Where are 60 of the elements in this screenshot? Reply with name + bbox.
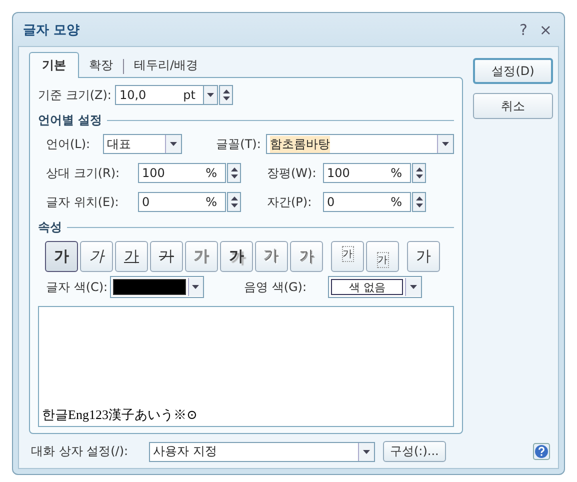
dialog-button[interactable]: 취소	[473, 93, 553, 119]
window-title: 글자 모양	[23, 22, 80, 38]
field-label: 대화 상자 설정(/):	[31, 443, 130, 460]
field-label: 상대 크기(R):	[45, 164, 121, 182]
section-title: 언어별 설정	[38, 112, 102, 129]
number-field[interactable]: 0 %	[323, 192, 411, 212]
attribute-button[interactable]: 가	[115, 241, 148, 272]
field-label: 글꼴(T):	[216, 136, 262, 152]
settings-dropdown[interactable]: 사용자 지정	[149, 442, 375, 462]
spin-button[interactable]	[227, 192, 241, 212]
caret-down-icon	[170, 142, 178, 146]
spin-arrows-icon	[222, 88, 230, 102]
field-label: 글자 색(C):	[46, 278, 109, 296]
configure-button[interactable]: 구성(:)...	[383, 441, 446, 462]
field-label: 장평(W):	[267, 164, 318, 182]
field-label: 기준 크기(Z):	[38, 86, 112, 104]
spin-arrows-icon	[230, 195, 238, 209]
field-label: 글자 위치(E):	[45, 194, 120, 210]
text-color-picker[interactable]	[110, 276, 204, 298]
tab[interactable]: 기본	[29, 52, 79, 78]
tab[interactable]: 확장	[79, 54, 123, 77]
field-label: 자간(P):	[267, 194, 313, 210]
field-label: 언어(L):	[46, 136, 92, 152]
spin-button[interactable]	[219, 85, 234, 105]
spin-arrows-icon	[230, 166, 238, 180]
field-label: 음영 색(G):	[244, 278, 308, 296]
tab[interactable]: 테두리/배경	[124, 54, 208, 77]
spin-arrows-icon	[416, 195, 422, 209]
attribute-button[interactable]: 가	[255, 241, 288, 272]
shade-color-picker[interactable]: 색 없음	[328, 276, 422, 298]
attribute-button[interactable]: 가	[407, 241, 440, 272]
size-field[interactable]: 10,0 pt	[115, 85, 204, 105]
caret-down-icon	[410, 285, 418, 289]
attribute-button[interactable]: 가	[366, 241, 399, 272]
number-field[interactable]: 100 %	[323, 163, 411, 183]
caret-down-icon	[192, 285, 200, 289]
attribute-button[interactable]: 가	[80, 241, 113, 272]
dropdown-button[interactable]	[204, 85, 218, 105]
spin-arrows-icon	[416, 166, 422, 180]
attribute-button[interactable]: 가	[150, 241, 183, 272]
spin-button[interactable]	[412, 163, 426, 183]
attribute-button[interactable]: 가	[331, 241, 364, 272]
help-button[interactable]: ?	[517, 20, 530, 38]
close-button[interactable]: ×	[537, 20, 554, 38]
attribute-button[interactable]: 가	[290, 241, 323, 272]
caret-down-icon	[207, 93, 214, 97]
caret-down-icon	[363, 450, 370, 454]
attribute-button[interactable]: 가	[45, 241, 78, 272]
dialog-button[interactable]: 설정(D)	[473, 58, 553, 84]
preview-text: 한글Eng123漢子あいう※⊙	[42, 406, 198, 424]
caret-down-icon	[442, 142, 449, 146]
spin-button[interactable]	[227, 163, 241, 183]
help-icon[interactable]	[533, 443, 550, 460]
font-dropdown[interactable]: 함초롬바탕	[266, 134, 454, 154]
section-title: 속성	[38, 219, 62, 236]
number-field[interactable]: 0 %	[138, 192, 226, 212]
attribute-button[interactable]: 가	[220, 241, 253, 272]
spin-button[interactable]	[412, 192, 426, 212]
language-dropdown[interactable]: 대표	[103, 134, 182, 154]
number-field[interactable]: 100 %	[138, 163, 226, 183]
